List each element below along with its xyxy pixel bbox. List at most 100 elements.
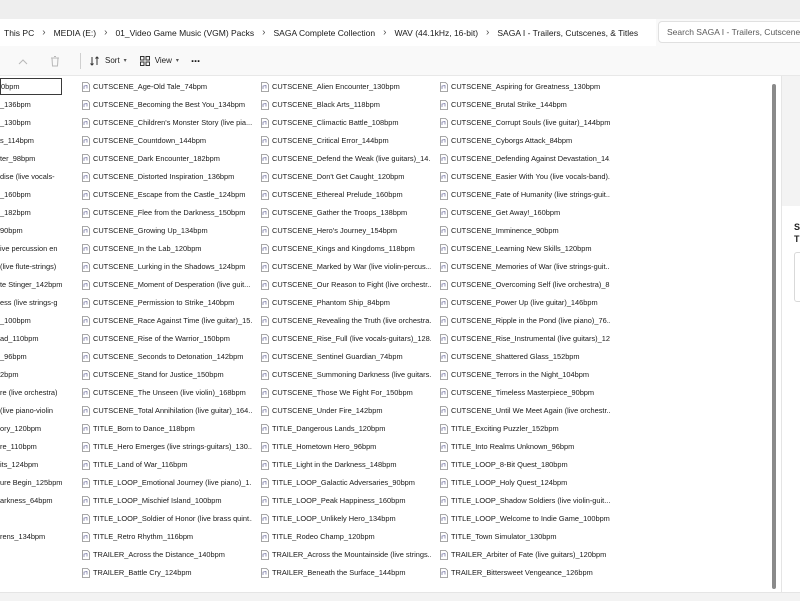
file-item[interactable]: CUTSCENE_Power Up (live guitar)_146bpm bbox=[440, 294, 610, 311]
file-item[interactable]: CUTSCENE_Learning New Skills_120bpm bbox=[440, 240, 610, 257]
file-item[interactable]: CUTSCENE_Easier With You (live vocals-ba… bbox=[440, 168, 610, 185]
file-item[interactable]: TITLE_LOOP_Holy Quest_124bpm bbox=[440, 474, 610, 491]
file-item[interactable]: _182bpm bbox=[0, 204, 62, 221]
file-item[interactable]: TITLE_Into Realms Unknown_96bpm bbox=[440, 438, 610, 455]
crumb-vgm-packs[interactable]: 01_Video Game Music (VGM) Packs bbox=[111, 28, 258, 38]
file-item[interactable]: CUTSCENE_Children's Monster Story (live … bbox=[82, 114, 252, 131]
address-bar[interactable]: This PC › MEDIA (E:) › 01_Video Game Mus… bbox=[0, 19, 800, 47]
file-item[interactable]: CUTSCENE_Gather the Troops_138bpm bbox=[261, 204, 431, 221]
file-item[interactable]: CUTSCENE_Moment of Desperation (live gui… bbox=[82, 276, 252, 293]
file-item[interactable]: CUTSCENE_Phantom Ship_84bpm bbox=[261, 294, 431, 311]
file-item[interactable]: s_114bpm bbox=[0, 132, 62, 149]
file-item[interactable]: CUTSCENE_Rise_Full (live vocals-guitars)… bbox=[261, 330, 431, 347]
file-item[interactable]: ive percussion en bbox=[0, 240, 62, 257]
file-item[interactable]: CUTSCENE_Climactic Battle_108bpm bbox=[261, 114, 431, 131]
file-item[interactable]: CUTSCENE_Rise_Instrumental (live guitars… bbox=[440, 330, 610, 347]
file-item[interactable]: TITLE_Born to Dance_118bpm bbox=[82, 420, 252, 437]
file-item[interactable]: TITLE_Hero Emerges (live strings-guitars… bbox=[82, 438, 252, 455]
file-item[interactable]: CUTSCENE_Overcoming Self (live orchestra… bbox=[440, 276, 610, 293]
file-item[interactable]: CUTSCENE_Get Away!_160bpm bbox=[440, 204, 610, 221]
file-item[interactable]: TITLE_Retro Rhythm_116bpm bbox=[82, 528, 252, 545]
file-item[interactable]: CUTSCENE_Don't Get Caught_120bpm bbox=[261, 168, 431, 185]
file-item[interactable]: _100bpm bbox=[0, 312, 62, 329]
file-item[interactable]: CUTSCENE_Memories of War (live strings-g… bbox=[440, 258, 610, 275]
file-item[interactable]: CUTSCENE_Flee from the Darkness_150bpm bbox=[82, 204, 252, 221]
file-item[interactable]: CUTSCENE_Seconds to Detonation_142bpm bbox=[82, 348, 252, 365]
file-item[interactable]: CUTSCENE_Under Fire_142bpm bbox=[261, 402, 431, 419]
file-item[interactable]: ess (live strings-g bbox=[0, 294, 62, 311]
file-item[interactable]: TITLE_Land of War_116bpm bbox=[82, 456, 252, 473]
crumb-current-folder[interactable]: SAGA I - Trailers, Cutscenes, & Titles bbox=[493, 28, 642, 38]
file-item[interactable]: CUTSCENE_In the Lab_120bpm bbox=[82, 240, 252, 257]
file-item[interactable]: (live piano-violin bbox=[0, 402, 62, 419]
file-item[interactable]: CUTSCENE_Dark Encounter_182bpm bbox=[82, 150, 252, 167]
file-item[interactable] bbox=[0, 510, 62, 527]
chevron-right-icon[interactable]: › bbox=[258, 27, 269, 38]
sort-button[interactable]: Sort ▾ bbox=[89, 55, 127, 67]
file-item[interactable]: TRAILER_Arbiter of Fate (live guitars)_1… bbox=[440, 546, 610, 563]
file-item[interactable]: CUTSCENE_Cyborgs Attack_84bpm bbox=[440, 132, 610, 149]
file-item[interactable]: CUTSCENE_Marked by War (live violin-perc… bbox=[261, 258, 431, 275]
file-item[interactable]: CUTSCENE_Those We Fight For_150bpm bbox=[261, 384, 431, 401]
file-item[interactable]: TITLE_LOOP_Welcome to Indie Game_100bpm bbox=[440, 510, 610, 527]
file-item[interactable]: CUTSCENE_Summoning Darkness (live guitar… bbox=[261, 366, 431, 383]
delete-icon[interactable] bbox=[48, 54, 62, 68]
file-item[interactable]: TRAILER_Battle Cry_124bpm bbox=[82, 564, 252, 581]
file-item[interactable]: 2bpm bbox=[0, 366, 62, 383]
file-item[interactable]: 90bpm bbox=[0, 222, 62, 239]
crumb-media-drive[interactable]: MEDIA (E:) bbox=[50, 28, 101, 38]
file-item[interactable]: (live flute-strings) bbox=[0, 258, 62, 275]
file-item[interactable]: CUTSCENE_Distorted Inspiration_136bpm bbox=[82, 168, 252, 185]
file-item[interactable]: CUTSCENE_Terrors in the Night_104bpm bbox=[440, 366, 610, 383]
file-item[interactable]: re_110bpm bbox=[0, 438, 62, 455]
file-item[interactable]: TITLE_Dangerous Lands_120bpm bbox=[261, 420, 431, 437]
chevron-right-icon[interactable]: › bbox=[100, 27, 111, 38]
file-item[interactable]: ad_110bpm bbox=[0, 330, 62, 347]
view-button[interactable]: View ▾ bbox=[139, 55, 179, 67]
file-item[interactable]: rens_134bpm bbox=[0, 528, 62, 545]
file-item[interactable]: its_124bpm bbox=[0, 456, 62, 473]
chevron-right-icon[interactable]: › bbox=[38, 27, 49, 38]
search-input[interactable]: Search SAGA I - Trailers, Cutscenes, & T… bbox=[658, 21, 800, 43]
file-item[interactable]: TITLE_LOOP_Shadow Soldiers (live violin-… bbox=[440, 492, 610, 509]
file-item[interactable]: ory_120bpm bbox=[0, 420, 62, 437]
file-item[interactable]: CUTSCENE_The Unseen (live violin)_168bpm bbox=[82, 384, 252, 401]
file-item[interactable]: TRAILER_Bittersweet Vengeance_126bpm bbox=[440, 564, 610, 581]
file-item[interactable]: CUTSCENE_Revealing the Truth (live orche… bbox=[261, 312, 431, 329]
share-icon[interactable] bbox=[16, 54, 30, 68]
file-item[interactable]: CUTSCENE_Black Arts_118bpm bbox=[261, 96, 431, 113]
file-item[interactable]: CUTSCENE_Ethereal Prelude_160bpm bbox=[261, 186, 431, 203]
crumb-this-pc[interactable]: This PC bbox=[0, 28, 38, 38]
file-item[interactable]: _96bpm bbox=[0, 348, 62, 365]
file-item[interactable]: TITLE_LOOP_Peak Happiness_160bpm bbox=[261, 492, 431, 509]
file-item[interactable]: CUTSCENE_Growing Up_134bpm bbox=[82, 222, 252, 239]
file-item[interactable]: CUTSCENE_Countdown_144bpm bbox=[82, 132, 252, 149]
file-item[interactable]: CUTSCENE_Critical Error_144bpm bbox=[261, 132, 431, 149]
file-item[interactable]: TITLE_LOOP_Unlikely Hero_134bpm bbox=[261, 510, 431, 527]
file-item[interactable]: _136bpm bbox=[0, 96, 62, 113]
file-item[interactable]: TITLE_Rodeo Champ_120bpm bbox=[261, 528, 431, 545]
file-item[interactable]: TITLE_LOOP_Galactic Adversaries_90bpm bbox=[261, 474, 431, 491]
file-item[interactable]: CUTSCENE_Fate of Humanity (live strings-… bbox=[440, 186, 610, 203]
file-item[interactable]: CUTSCENE_Lurking in the Shadows_124bpm bbox=[82, 258, 252, 275]
file-item[interactable]: CUTSCENE_Age-Old Tale_74bpm bbox=[82, 78, 252, 95]
file-item[interactable]: TITLE_LOOP_Soldier of Honor (live brass … bbox=[82, 510, 252, 527]
file-item[interactable]: CUTSCENE_Our Reason to Fight (live orche… bbox=[261, 276, 431, 293]
file-item[interactable]: ure Begin_125bpm bbox=[0, 474, 62, 491]
file-item[interactable]: CUTSCENE_Alien Encounter_130bpm bbox=[261, 78, 431, 95]
file-item[interactable]: CUTSCENE_Defend the Weak (live guitars)_… bbox=[261, 150, 431, 167]
file-item[interactable]: arkness_64bpm bbox=[0, 492, 62, 509]
file-item[interactable]: re (live orchestra) bbox=[0, 384, 62, 401]
more-options-button[interactable]: ··· bbox=[191, 54, 201, 68]
file-item[interactable]: TITLE_Hometown Hero_96bpm bbox=[261, 438, 431, 455]
vertical-scrollbar[interactable] bbox=[770, 76, 780, 592]
file-item[interactable]: TITLE_LOOP_8-Bit Quest_180bpm bbox=[440, 456, 610, 473]
file-item[interactable]: CUTSCENE_Brutal Strike_144bpm bbox=[440, 96, 610, 113]
file-item[interactable]: TITLE_Exciting Puzzler_152bpm bbox=[440, 420, 610, 437]
file-item[interactable]: CUTSCENE_Kings and Kingdoms_118bpm bbox=[261, 240, 431, 257]
file-item[interactable]: CUTSCENE_Timeless Masterpiece_90bpm bbox=[440, 384, 610, 401]
file-item[interactable]: te Stinger_142bpm bbox=[0, 276, 62, 293]
file-item[interactable]: CUTSCENE_Race Against Time (live guitar)… bbox=[82, 312, 252, 329]
file-item[interactable]: CUTSCENE_Shattered Glass_152bpm bbox=[440, 348, 610, 365]
file-item[interactable]: TRAILER_Beneath the Surface_144bpm bbox=[261, 564, 431, 581]
